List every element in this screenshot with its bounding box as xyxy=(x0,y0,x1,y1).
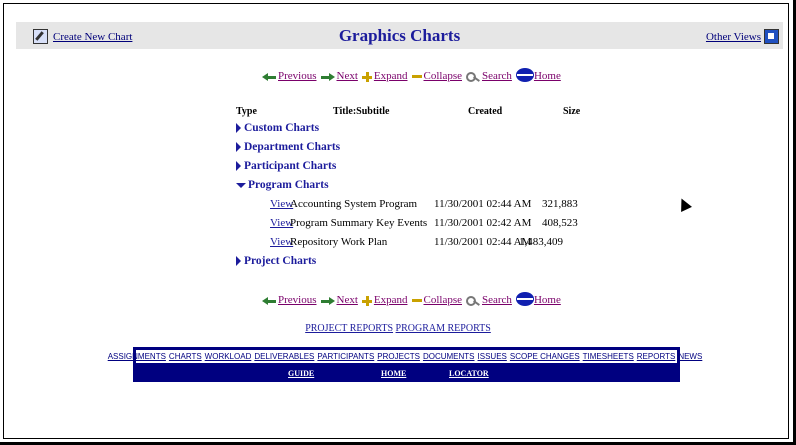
nav-bar-bottom: Previous Next Expand Collapse Search Hom… xyxy=(262,290,565,306)
category-label: Participant Charts xyxy=(244,160,337,172)
chart-created: 11/30/2001 02:42 AM xyxy=(434,217,532,229)
header-created: Created xyxy=(468,106,503,117)
project-reports-link[interactable]: PROJECT REPORTS xyxy=(305,323,393,334)
category-label: Program Charts xyxy=(248,179,329,191)
chart-title: Accounting System Program xyxy=(290,198,418,210)
arrow-right-icon xyxy=(320,73,335,82)
nav-bar-top: Previous Next Expand Collapse Search Hom… xyxy=(262,66,565,82)
chart-title: Repository Work Plan xyxy=(290,236,388,248)
expand-triangle-icon xyxy=(236,256,241,266)
nav-home[interactable]: Home xyxy=(534,70,561,82)
page-title: Graphics Charts xyxy=(338,26,461,45)
arrow-left-icon xyxy=(262,297,276,306)
menu-scope-changes[interactable]: SCOPE CHANGES xyxy=(510,352,580,361)
search-key-icon xyxy=(466,72,480,82)
header-bar: Create New Chart Graphics Charts Other V… xyxy=(16,22,783,49)
site-menu: ASSIGNMENTS CHARTS WORKLOAD DELIVERABLES… xyxy=(108,347,702,382)
nav-collapse[interactable]: Collapse xyxy=(424,70,463,82)
other-views-icon xyxy=(764,29,779,44)
plus-icon xyxy=(361,296,372,306)
nav-next[interactable]: Next xyxy=(337,294,358,306)
menu-participants[interactable]: PARTICIPANTS xyxy=(317,352,374,361)
chart-size: 321,883 xyxy=(542,198,578,210)
category-label: Department Charts xyxy=(244,141,341,153)
globe-icon xyxy=(515,68,534,82)
category-department-charts[interactable]: Department Charts xyxy=(236,141,340,153)
nav-next[interactable]: Next xyxy=(337,70,358,82)
minus-icon xyxy=(411,72,422,82)
table-row: View Repository Work Plan 11/30/2001 02:… xyxy=(270,236,563,248)
menu-projects[interactable]: PROJECTS xyxy=(377,352,420,361)
menu-guide[interactable]: GUIDE xyxy=(288,369,314,378)
menu-issues[interactable]: ISSUES xyxy=(478,352,507,361)
plus-icon xyxy=(361,72,372,82)
header-size: Size xyxy=(563,106,581,117)
menu-charts[interactable]: CHARTS xyxy=(169,352,202,361)
nav-search[interactable]: Search xyxy=(482,70,512,82)
menu-timesheets[interactable]: TIMESHEETS xyxy=(583,352,634,361)
arrow-left-icon xyxy=(262,73,276,82)
minus-icon xyxy=(411,296,422,306)
program-reports-link[interactable]: PROGRAM REPORTS xyxy=(396,323,491,334)
report-links: PROJECT REPORTS PROGRAM REPORTS xyxy=(0,323,796,334)
nav-previous[interactable]: Previous xyxy=(278,70,317,82)
chart-title: Program Summary Key Events xyxy=(290,217,428,229)
expand-triangle-icon xyxy=(236,123,241,133)
menu-reports[interactable]: REPORTS xyxy=(637,352,676,361)
header-title: Title:Subtitle xyxy=(333,106,390,117)
chart-created: 11/30/2001 02:44 AM xyxy=(434,198,532,210)
category-custom-charts[interactable]: Custom Charts xyxy=(236,122,319,134)
table-row: View Program Summary Key Events 11/30/20… xyxy=(270,217,578,229)
menu-home[interactable]: HOME xyxy=(381,369,406,378)
menu-news[interactable]: NEWS xyxy=(678,352,702,361)
nav-search[interactable]: Search xyxy=(482,294,512,306)
category-program-charts[interactable]: Program Charts xyxy=(236,179,329,191)
nav-expand[interactable]: Expand xyxy=(374,70,408,82)
menu-deliverables[interactable]: DELIVERABLES xyxy=(254,352,314,361)
other-views-link[interactable]: Other Views xyxy=(706,29,779,44)
menu-top-row: ASSIGNMENTS CHARTS WORKLOAD DELIVERABLES… xyxy=(108,350,702,363)
nav-previous[interactable]: Previous xyxy=(278,294,317,306)
menu-assignments[interactable]: ASSIGNMENTS xyxy=(108,352,166,361)
category-project-charts[interactable]: Project Charts xyxy=(236,255,316,267)
menu-locator[interactable]: LOCATOR xyxy=(449,369,489,378)
search-key-icon xyxy=(466,296,480,306)
nav-home[interactable]: Home xyxy=(534,294,561,306)
arrow-right-icon xyxy=(320,297,335,306)
expand-triangle-icon xyxy=(236,142,241,152)
category-label: Custom Charts xyxy=(244,122,320,134)
table-row: View Accounting System Program 11/30/200… xyxy=(270,198,578,210)
chart-size: 408,523 xyxy=(542,217,578,229)
menu-documents[interactable]: DOCUMENTS xyxy=(423,352,475,361)
globe-icon xyxy=(515,292,534,306)
chart-created: 11/30/2001 02:44 AM xyxy=(434,236,532,248)
category-participant-charts[interactable]: Participant Charts xyxy=(236,160,336,172)
nav-collapse[interactable]: Collapse xyxy=(424,294,463,306)
collapse-triangle-icon xyxy=(236,182,246,188)
other-views-label: Other Views xyxy=(705,30,761,43)
header-type: Type xyxy=(236,106,257,117)
expand-triangle-icon xyxy=(236,161,241,171)
category-label: Project Charts xyxy=(244,255,317,267)
chart-size: 1,483,409 xyxy=(519,236,563,248)
nav-expand[interactable]: Expand xyxy=(374,294,408,306)
menu-workload[interactable]: WORKLOAD xyxy=(205,352,252,361)
